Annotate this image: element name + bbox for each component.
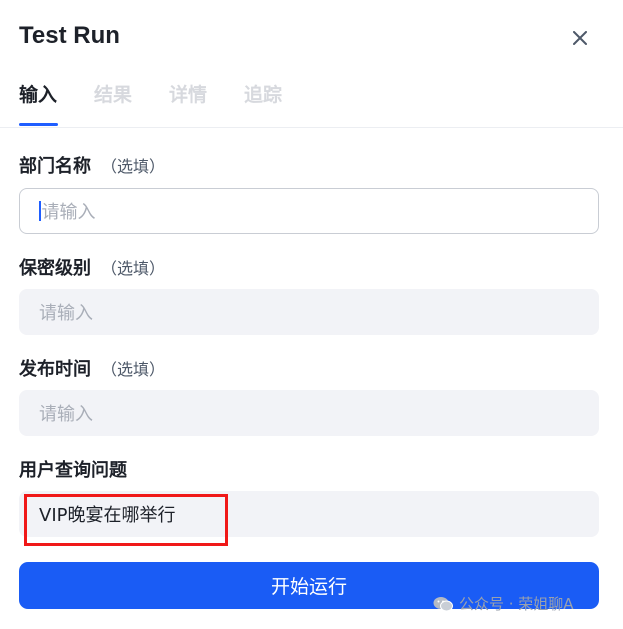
optional-hint: （选填） bbox=[101, 157, 166, 176]
watermark-text: 公众号 · 荣姐聊A bbox=[459, 595, 574, 613]
tab-details[interactable]: 详情 bbox=[169, 80, 207, 107]
field-label-classification: 保密级别 （选填） bbox=[19, 258, 166, 279]
annotation-highlight-box bbox=[24, 494, 228, 546]
publish-time-input[interactable]: 请输入 bbox=[19, 390, 599, 436]
close-icon bbox=[573, 31, 587, 45]
publish-time-placeholder: 请输入 bbox=[39, 404, 93, 425]
classification-input[interactable]: 请输入 bbox=[19, 289, 599, 335]
close-button[interactable] bbox=[568, 26, 592, 50]
tab-trace[interactable]: 追踪 bbox=[244, 80, 282, 107]
tabs-divider bbox=[0, 127, 623, 128]
classification-placeholder: 请输入 bbox=[39, 303, 93, 324]
field-label-user-query: 用户查询问题 bbox=[19, 460, 127, 481]
department-input[interactable]: 请输入 bbox=[19, 188, 599, 234]
optional-hint: （选填） bbox=[101, 259, 166, 278]
department-placeholder: 请输入 bbox=[41, 202, 96, 223]
field-label-publish-time: 发布时间 （选填） bbox=[19, 359, 166, 380]
watermark: 公众号 · 荣姐聊A bbox=[433, 593, 574, 614]
tab-result[interactable]: 结果 bbox=[94, 80, 132, 107]
wechat-icon bbox=[433, 596, 453, 611]
text-caret bbox=[39, 201, 41, 221]
tab-bar: 输入 结果 详情 追踪 bbox=[19, 80, 623, 127]
dialog-title: Test Run bbox=[19, 22, 120, 49]
field-label-department: 部门名称 （选填） bbox=[19, 156, 166, 177]
optional-hint: （选填） bbox=[101, 360, 166, 379]
active-tab-indicator bbox=[19, 123, 58, 126]
tab-input[interactable]: 输入 bbox=[19, 80, 57, 107]
